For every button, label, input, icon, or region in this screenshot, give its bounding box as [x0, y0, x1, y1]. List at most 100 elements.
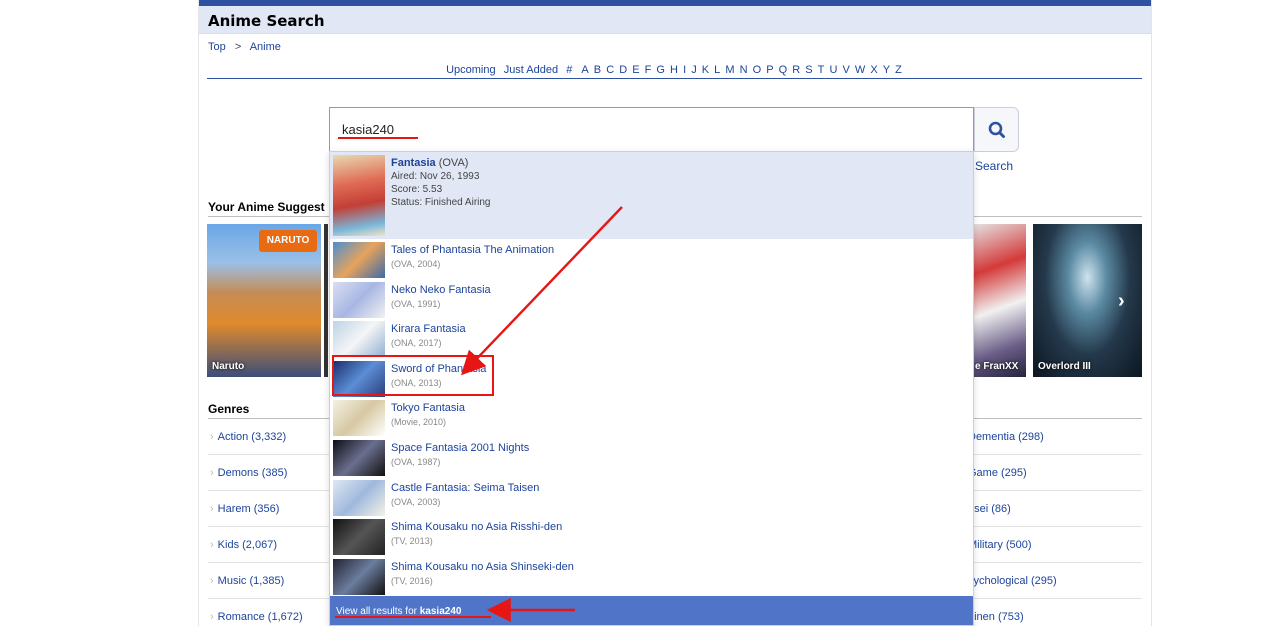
- genre-item[interactable]: einen (753): [968, 611, 1024, 623]
- result-status: Status: Finished Airing: [391, 197, 491, 208]
- result-thumbnail: [333, 155, 385, 236]
- result-title: Neko Neko Fantasia: [391, 283, 491, 296]
- result-title-text: Fantasia: [391, 157, 436, 169]
- nav-letter-d[interactable]: D: [619, 64, 627, 76]
- nav-letter-v[interactable]: V: [842, 64, 849, 76]
- result-score: Score: 5.53: [391, 184, 443, 195]
- genre-item[interactable]: › Action (3,332): [210, 431, 286, 443]
- genre-item[interactable]: Game (295): [968, 467, 1027, 479]
- nav-letter-r[interactable]: R: [792, 64, 800, 76]
- result-thumbnail: [333, 242, 385, 278]
- genre-label: Game (295): [968, 467, 1027, 479]
- nav-letter-e[interactable]: E: [632, 64, 639, 76]
- breadcrumb-separator: >: [234, 41, 242, 53]
- search-box[interactable]: [329, 107, 974, 152]
- nav-letter-i[interactable]: I: [683, 64, 686, 76]
- nav-letter-a[interactable]: A: [581, 64, 588, 76]
- result-meta: (OVA, 2003): [391, 496, 441, 507]
- nav-letter-h[interactable]: H: [670, 64, 678, 76]
- nav-letter-n[interactable]: N: [740, 64, 748, 76]
- result-meta: (TV, 2013): [391, 536, 433, 547]
- nav-letter-c[interactable]: C: [606, 64, 614, 76]
- search-result-item[interactable]: Shima Kousaku no Asia Risshi-den (TV, 201…: [330, 517, 973, 556]
- genre-label: osei (86): [968, 503, 1011, 515]
- genre-label: sychological (295): [968, 575, 1057, 587]
- search-result-item[interactable]: Castle Fantasia: Seima Taisen (OVA, 2003): [330, 478, 973, 517]
- nav-letter-w[interactable]: W: [855, 64, 865, 76]
- chevron-right-icon: ›: [210, 539, 214, 551]
- search-result-item[interactable]: Kirara Fantasia (ONA, 2017): [330, 319, 973, 358]
- nav-letter-s[interactable]: S: [805, 64, 812, 76]
- result-meta: (OVA, 1987): [391, 457, 441, 467]
- nav-letter-o[interactable]: O: [753, 64, 762, 76]
- poster-partial[interactable]: [324, 224, 328, 377]
- breadcrumb-top[interactable]: Top: [208, 41, 226, 53]
- genre-item[interactable]: Military (500): [968, 539, 1032, 551]
- search-result-item[interactable]: Tokyo Fantasia (Movie, 2010): [330, 398, 973, 437]
- nav-letter-f[interactable]: F: [645, 64, 652, 76]
- genre-item[interactable]: › Harem (356): [210, 503, 279, 515]
- genre-label: Romance (1,672): [217, 611, 303, 623]
- poster-franxx[interactable]: e FranXX: [970, 224, 1026, 377]
- poster-naruto[interactable]: NARUTO Naruto: [207, 224, 321, 377]
- result-meta: (Movie, 2010): [391, 417, 447, 428]
- genre-item[interactable]: Dementia (298): [968, 431, 1044, 443]
- nav-just-added[interactable]: Just Added: [504, 64, 558, 76]
- result-thumbnail: [333, 479, 385, 516]
- genre-label: Action (3,332): [217, 431, 287, 443]
- nav-letter-x[interactable]: X: [870, 64, 877, 76]
- nav-letter-g[interactable]: G: [656, 64, 665, 76]
- nav-letter-b[interactable]: B: [594, 64, 601, 76]
- poster-caption: e FranXX: [975, 361, 1019, 372]
- view-all-results-button[interactable]: View all results for kasia240: [330, 596, 973, 625]
- genre-item[interactable]: › Music (1,385): [210, 575, 284, 587]
- genre-item[interactable]: sychological (295): [968, 575, 1057, 587]
- breadcrumb-anime[interactable]: Anime: [250, 41, 281, 53]
- result-thumbnail: [333, 281, 385, 318]
- result-title: Kirara Fantasia: [391, 323, 466, 336]
- nav-letter-u[interactable]: U: [829, 64, 837, 76]
- nav-letter-t[interactable]: T: [818, 64, 825, 76]
- poster-overlord[interactable]: Overlord III: [1033, 224, 1142, 377]
- breadcrumb: Top > Anime: [208, 41, 287, 53]
- nav-letter-p[interactable]: P: [766, 64, 773, 76]
- search-button[interactable]: [974, 107, 1019, 152]
- result-featured[interactable]: Fantasia (OVA) Aired: Nov 26, 1993 Score…: [330, 152, 973, 239]
- genre-label: einen (753): [968, 611, 1024, 623]
- genre-label: Military (500): [968, 539, 1032, 551]
- header-bar: Anime Search: [199, 6, 1151, 34]
- genre-item[interactable]: › Demons (385): [210, 467, 287, 479]
- nav-letter-k[interactable]: K: [702, 64, 709, 76]
- nav-hash[interactable]: #: [566, 64, 572, 76]
- result-title: Castle Fantasia: Seima Taisen: [391, 481, 540, 494]
- genre-label: Kids (2,067): [217, 539, 277, 551]
- chevron-right-icon: ›: [210, 467, 214, 479]
- result-title: Fantasia (OVA): [391, 157, 468, 169]
- poster-caption: Overlord III: [1038, 361, 1091, 372]
- genre-item[interactable]: osei (86): [968, 503, 1011, 515]
- nav-upcoming[interactable]: Upcoming: [446, 64, 496, 76]
- result-thumbnail: [333, 558, 385, 595]
- annotation-underline: [338, 137, 418, 139]
- naruto-logo: NARUTO: [259, 230, 317, 252]
- genre-item[interactable]: › Kids (2,067): [210, 539, 277, 551]
- search-result-item[interactable]: Tales of Phantasia The Animation (OVA, 20…: [330, 240, 973, 279]
- nav-letter-m[interactable]: M: [725, 64, 734, 76]
- search-result-item[interactable]: Neko Neko Fantasia (OVA, 1991): [330, 280, 973, 319]
- genre-label: Demons (385): [217, 467, 288, 479]
- search-result-item[interactable]: Space Fantasia 2001 Nights (OVA, 1987): [330, 438, 973, 477]
- nav-letter-y[interactable]: Y: [883, 64, 890, 76]
- nav-letter-q[interactable]: Q: [779, 64, 788, 76]
- nav-letter-l[interactable]: L: [714, 64, 720, 76]
- result-title: Tokyo Fantasia: [391, 402, 465, 415]
- search-result-item[interactable]: Shima Kousaku no Asia Shinseki-den (TV, 2…: [330, 557, 973, 596]
- genre-item[interactable]: › Romance (1,672): [210, 611, 303, 623]
- nav-letter-z[interactable]: Z: [895, 64, 902, 76]
- chevron-right-icon[interactable]: ›: [1118, 290, 1125, 313]
- search-icon: [988, 121, 1005, 138]
- nav-letter-j[interactable]: J: [691, 64, 697, 76]
- result-meta: (OVA, 2004): [391, 259, 441, 269]
- search-input[interactable]: [342, 122, 942, 137]
- result-title: Tales of Phantasia The Animation: [391, 244, 555, 256]
- poster-caption: Naruto: [212, 361, 245, 372]
